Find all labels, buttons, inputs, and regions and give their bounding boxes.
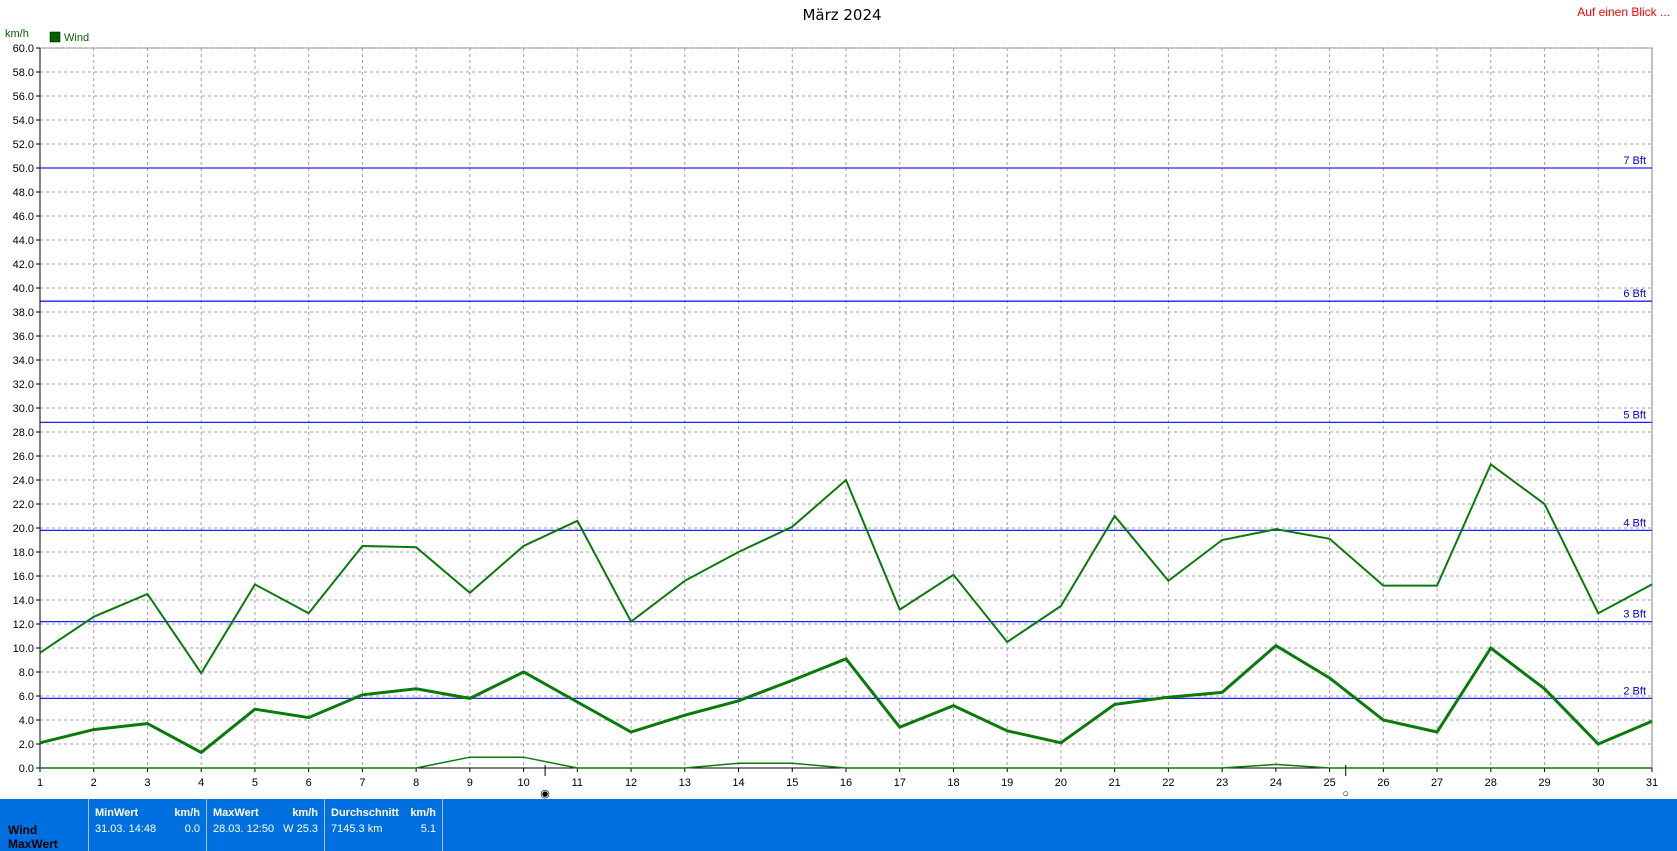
y-tick-label: 16.0 [13, 571, 34, 583]
min-when: 31.03. 14:48 [95, 823, 157, 835]
y-tick-label: 38.0 [13, 307, 34, 319]
beaufort-label: 7 Bft [1623, 155, 1646, 167]
y-tick-label: 34.0 [13, 355, 34, 367]
footer-row-wind: Wind [8, 823, 38, 837]
beaufort-label: 5 Bft [1623, 409, 1646, 421]
y-tick-label: 4.0 [19, 715, 34, 727]
footer-row-maxwert: MaxWert [8, 837, 58, 851]
y-tick-label: 18.0 [13, 547, 34, 559]
footer-avg-cell: Durchschnitt km/h 7145.3 km 5.1 [324, 799, 442, 851]
wind-chart: 2 Bft 3 Bft 4 Bft 5 Bft 6 Bft 7 Bft 0.0 2.0 4.0… [5, 5, 1670, 799]
y-tick-label: 52.0 [13, 139, 34, 151]
min-value: 0.0 [184, 823, 200, 835]
x-tick-label: 2 [91, 777, 97, 789]
x-tick-label: 28 [1485, 777, 1497, 789]
min-head: MinWert [95, 807, 139, 819]
x-tick-label: 1 [37, 777, 43, 789]
x-tick-label: 26 [1377, 777, 1389, 789]
x-tick-label: 30 [1592, 777, 1604, 789]
x-tick-label: 9 [467, 777, 473, 789]
x-tick-label: 24 [1270, 777, 1282, 789]
x-tick-label: 16 [840, 777, 852, 789]
x-tick-label: 17 [894, 777, 906, 789]
moon-phase-icon: ○ [1342, 788, 1349, 799]
y-tick-label: 14.0 [13, 595, 34, 607]
y-tick-label: 56.0 [13, 91, 34, 103]
footer-min-cell: MinWert km/h 31.03. 14:48 0.0 [88, 799, 206, 851]
avg-value: 5.1 [420, 823, 436, 835]
beaufort-label: 4 Bft [1623, 517, 1646, 529]
max-unit: km/h [292, 807, 318, 819]
x-tick-label: 3 [144, 777, 150, 789]
x-tick-label: 8 [413, 777, 419, 789]
footer-max-cell: MaxWert km/h 28.03. 12:50 W 25.3 [206, 799, 324, 851]
y-tick-label: 44.0 [13, 235, 34, 247]
y-tick-label: 46.0 [13, 211, 34, 223]
overview-link[interactable]: Auf einen Blick ... [1577, 5, 1670, 19]
x-tick-label: 18 [947, 777, 959, 789]
y-tick-label: 2.0 [19, 739, 34, 751]
y-tick-label: 26.0 [13, 451, 34, 463]
legend-label: Wind [64, 32, 89, 44]
y-tick-label: 58.0 [13, 67, 34, 79]
y-tick-label: 54.0 [13, 115, 34, 127]
chart-title: März 2024 [802, 6, 881, 24]
beaufort-label: 2 Bft [1623, 685, 1646, 697]
summary-footer: Wind MaxWert MinWert km/h 31.03. 14:48 0… [0, 799, 1677, 851]
y-tick-label: 40.0 [13, 283, 34, 295]
avg-when: 7145.3 km [331, 823, 383, 835]
x-tick-label: 29 [1538, 777, 1550, 789]
x-tick-label: 23 [1216, 777, 1228, 789]
y-tick-label: 20.0 [13, 523, 34, 535]
x-tick-label: 25 [1323, 777, 1335, 789]
max-value: W 25.3 [283, 823, 318, 835]
x-tick-label: 4 [198, 777, 204, 789]
y-tick-label: 32.0 [13, 379, 34, 391]
x-tick-label: 11 [572, 777, 583, 789]
x-tick-label: 13 [679, 777, 691, 789]
y-tick-label: 12.0 [13, 619, 34, 631]
y-tick-label: 42.0 [13, 259, 34, 271]
x-tick-label: 27 [1431, 777, 1443, 789]
x-tick-label: 31 [1646, 777, 1658, 789]
y-tick-label: 10.0 [13, 643, 34, 655]
x-tick-label: 15 [786, 777, 798, 789]
y-tick-label: 36.0 [13, 331, 34, 343]
y-tick-label: 28.0 [13, 427, 34, 439]
y-tick-label: 0.0 [19, 763, 34, 775]
y-tick-label: 8.0 [19, 667, 34, 679]
y-tick-label: 60.0 [13, 43, 34, 55]
max-head: MaxWert [213, 807, 259, 819]
moon-phase-icon: ◉ [540, 788, 550, 799]
avg-unit: km/h [410, 807, 436, 819]
y-tick-label: 48.0 [13, 187, 34, 199]
x-tick-label: 22 [1162, 777, 1174, 789]
y-tick-label: 30.0 [13, 403, 34, 415]
beaufort-label: 3 Bft [1623, 609, 1646, 621]
legend-swatch [49, 31, 61, 43]
x-tick-label: 19 [1001, 777, 1013, 789]
x-tick-label: 6 [306, 777, 312, 789]
y-tick-label: 22.0 [13, 499, 34, 511]
x-tick-label: 5 [252, 777, 258, 789]
y-tick-label: 6.0 [19, 691, 34, 703]
y-tick-label: 24.0 [13, 475, 34, 487]
y-tick-label: 50.0 [13, 163, 34, 175]
beaufort-label: 6 Bft [1623, 288, 1646, 300]
x-tick-label: 20 [1055, 777, 1067, 789]
avg-head: Durchschnitt [331, 807, 399, 819]
min-unit: km/h [174, 807, 200, 819]
max-when: 28.03. 12:50 [213, 823, 275, 835]
x-tick-label: 12 [625, 777, 637, 789]
y-unit-label: km/h [5, 28, 29, 40]
x-tick-label: 14 [732, 777, 744, 789]
x-tick-label: 7 [359, 777, 365, 789]
x-tick-label: 10 [517, 777, 529, 789]
footer-divider [442, 799, 443, 851]
x-tick-label: 21 [1109, 777, 1121, 789]
